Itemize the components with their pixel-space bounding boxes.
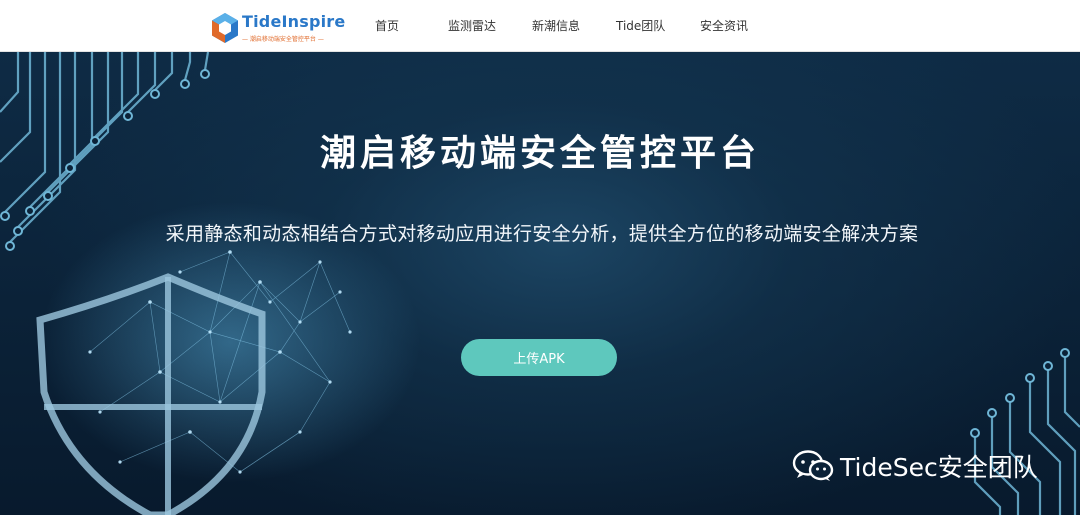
nav-item-radar[interactable]: 监测雷达 xyxy=(448,17,496,34)
site-logo[interactable]: TideInspire — 潮启移动端安全管控平台 — xyxy=(210,12,345,46)
top-navbar: TideInspire — 潮启移动端安全管控平台 — 首页 监测雷达 新潮信息… xyxy=(0,0,1080,52)
nav-item-team[interactable]: Tide团队 xyxy=(616,17,665,34)
hero-subtitle: 采用静态和动态相结合方式对移动应用进行安全分析，提供全方位的移动端安全解决方案 xyxy=(165,223,919,245)
hero-background-graphic xyxy=(0,52,1080,515)
wechat-icon xyxy=(792,450,834,481)
logo-mark-icon xyxy=(212,13,238,43)
shield-network-graphic xyxy=(36,202,420,515)
watermark-text: TideSec安全团队 xyxy=(840,453,1038,482)
hero-title: 潮启移动端安全管控平台 xyxy=(319,133,760,174)
nav-item-home[interactable]: 首页 xyxy=(375,17,399,34)
logo-name: TideInspire xyxy=(242,12,346,31)
nav-item-news[interactable]: 新潮信息 xyxy=(532,17,580,34)
wechat-watermark: TideSec安全团队 xyxy=(792,448,1038,484)
logo-tagline: — 潮启移动端安全管控平台 — xyxy=(242,36,324,43)
hero-banner: 潮启移动端安全管控平台 采用静态和动态相结合方式对移动应用进行安全分析，提供全方… xyxy=(0,52,1080,515)
upload-apk-button[interactable]: 上传APK xyxy=(461,339,617,376)
nav-item-security-info[interactable]: 安全资讯 xyxy=(700,17,748,34)
